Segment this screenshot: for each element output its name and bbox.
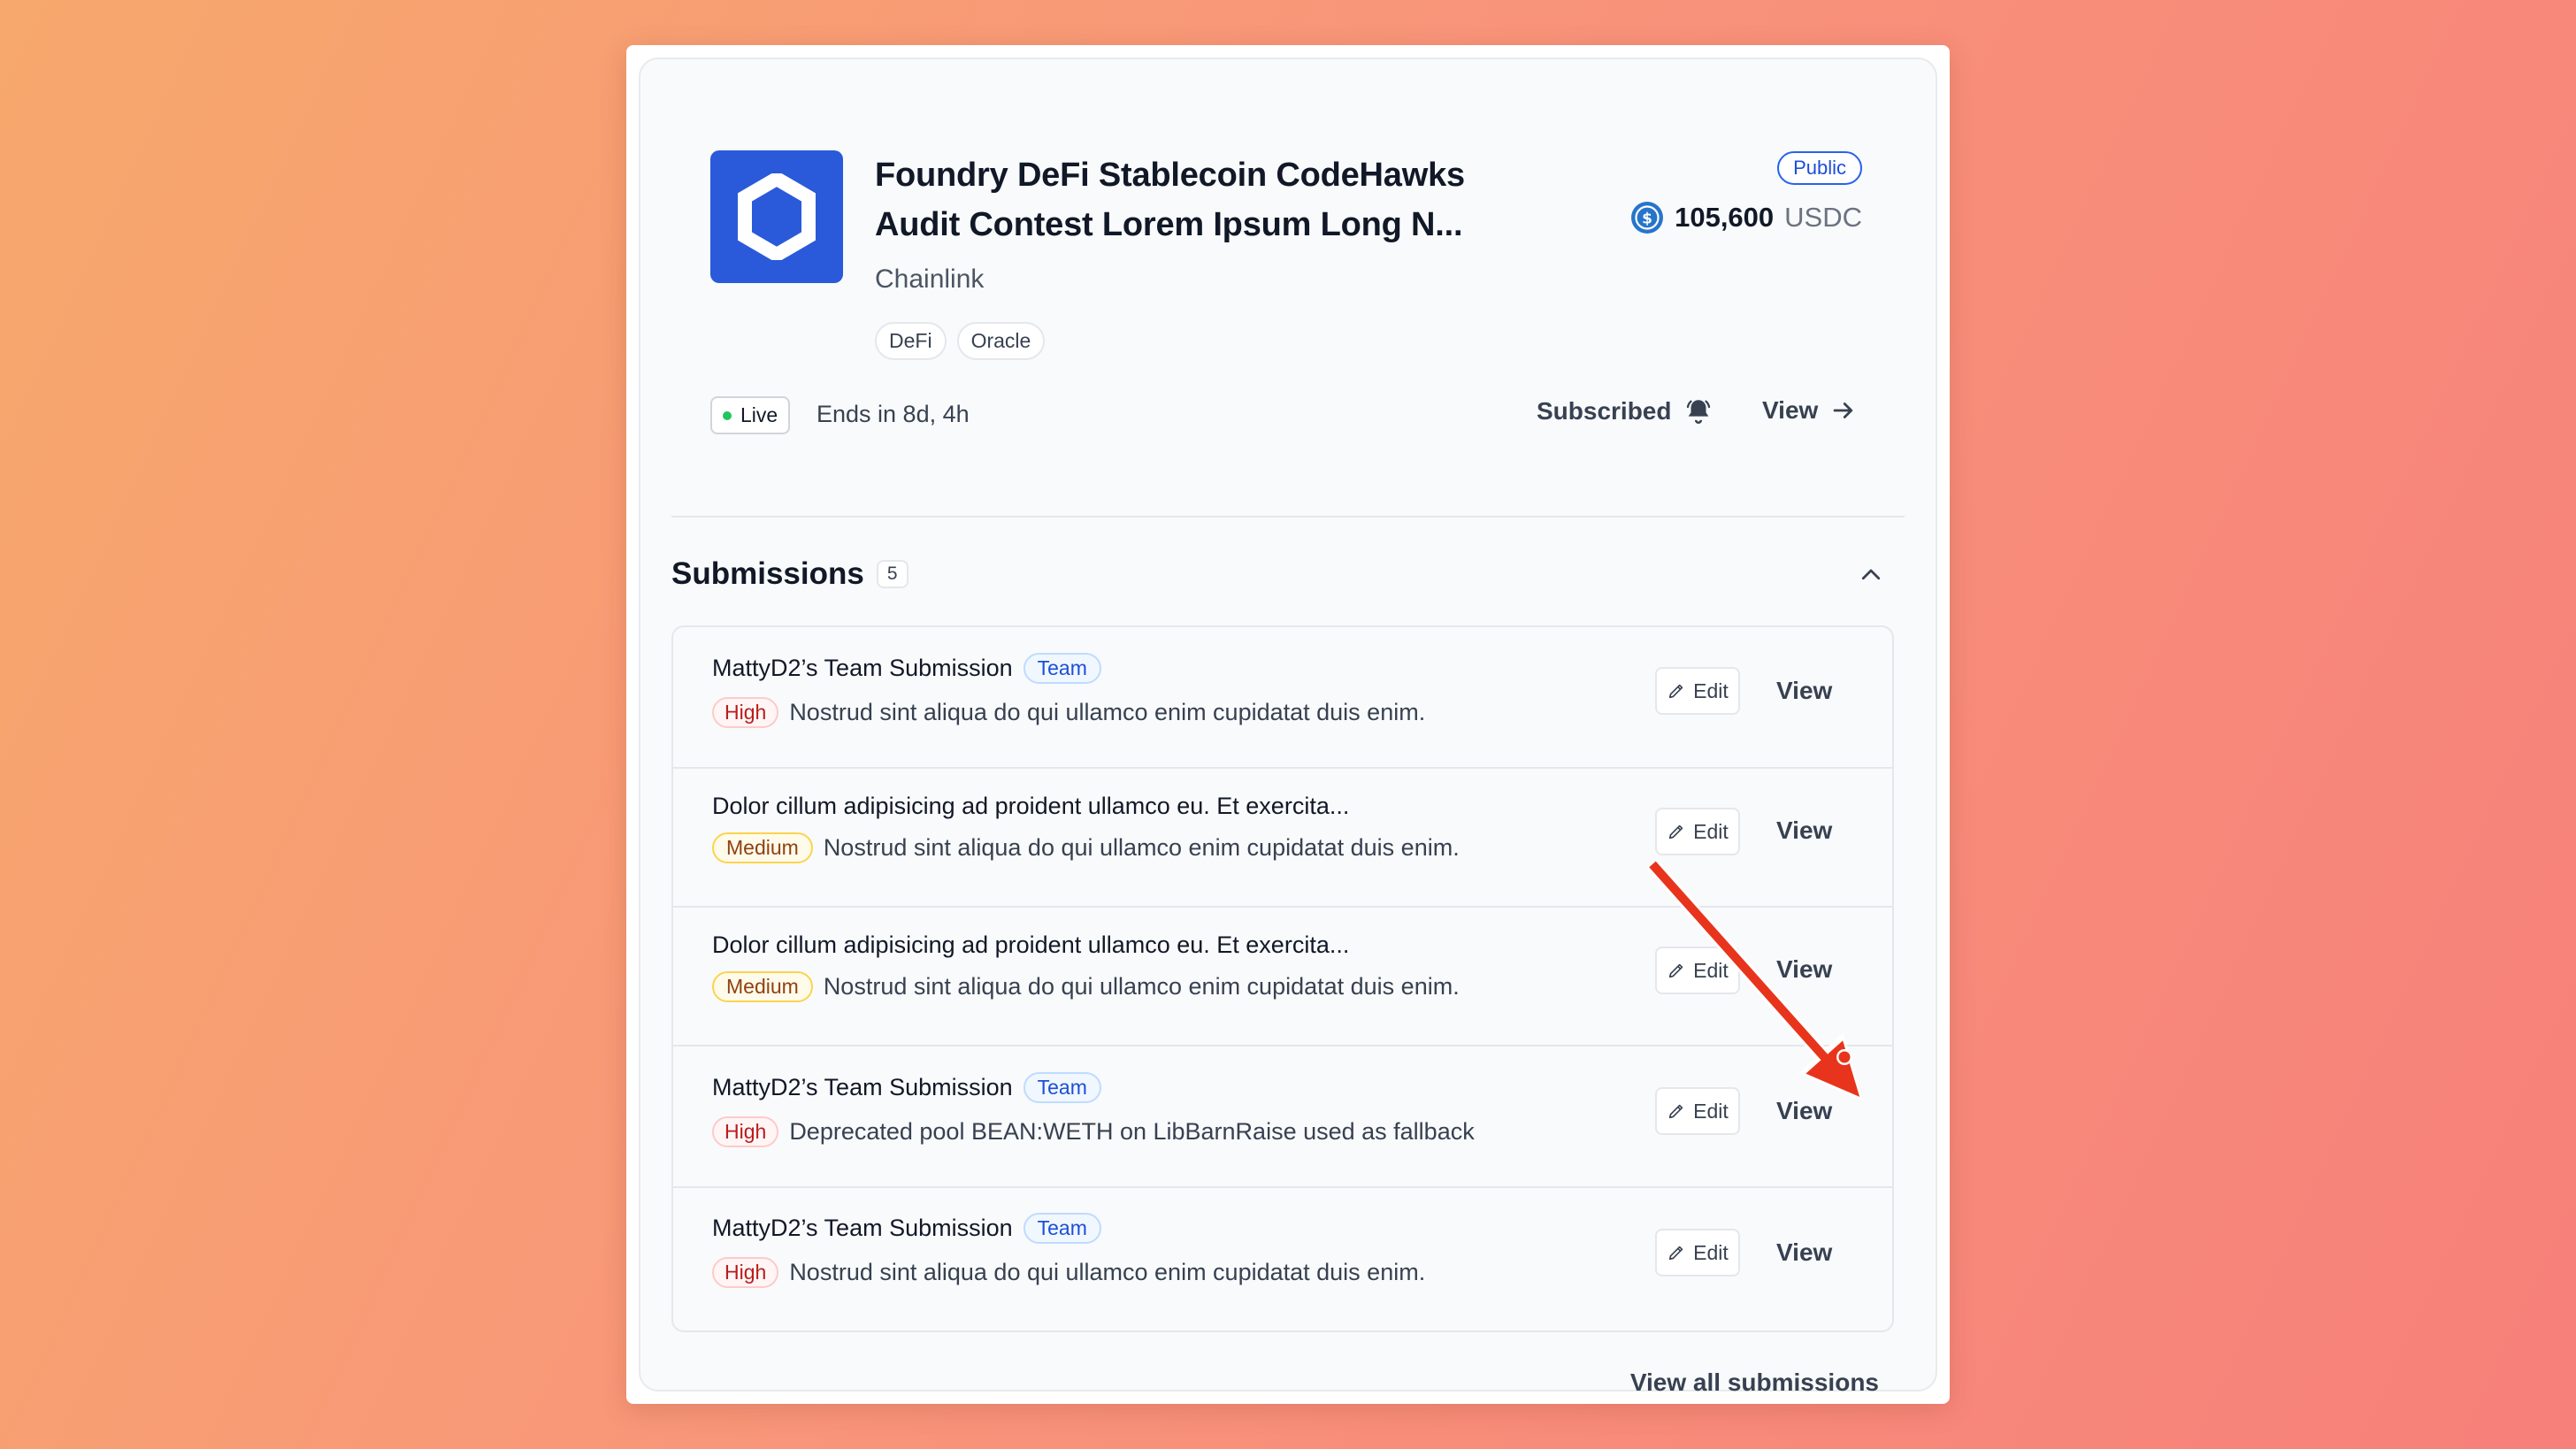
subscribed-button[interactable]: Subscribed	[1537, 396, 1714, 426]
team-badge: Team	[1023, 653, 1101, 684]
edit-button[interactable]: Edit	[1655, 1087, 1740, 1135]
team-badge: Team	[1023, 1213, 1101, 1244]
submission-row: Dolor cillum adipisicing ad proident ull…	[673, 767, 1892, 908]
submission-row: MattyD2’s Team Submission Team High Nost…	[673, 627, 1892, 767]
view-button[interactable]: View	[1776, 1238, 1832, 1267]
submission-title[interactable]: MattyD2’s Team Submission	[712, 1215, 1013, 1242]
arrow-right-icon	[1833, 402, 1853, 418]
edit-label: Edit	[1693, 678, 1729, 702]
prize-pool: $ 105,600 USDC	[1630, 201, 1862, 234]
section-divider	[671, 516, 1905, 518]
edit-label: Edit	[1693, 819, 1729, 843]
contest-view-label: View	[1762, 396, 1819, 424]
submission-description: Nostrud sint aliqua do qui ullamco enim …	[823, 973, 1460, 1000]
collapse-toggle[interactable]	[1858, 562, 1884, 593]
submission-title[interactable]: Dolor cillum adipisicing ad proident ull…	[712, 932, 1349, 959]
svg-text:$: $	[1642, 211, 1652, 228]
submissions-list: MattyD2’s Team Submission Team High Nost…	[671, 625, 1894, 1332]
edit-button[interactable]: Edit	[1655, 808, 1740, 855]
organization-name: Chainlink	[875, 264, 985, 294]
severity-badge: High	[712, 697, 779, 728]
edit-button[interactable]: Edit	[1655, 1229, 1740, 1276]
submission-row: MattyD2’s Team Submission Team High Nost…	[673, 1186, 1892, 1330]
status-label: Live	[740, 403, 778, 426]
ends-in-text: Ends in 8d, 4h	[816, 401, 970, 427]
submissions-count: 5	[876, 560, 908, 588]
submissions-title: Submissions	[671, 556, 864, 591]
view-button[interactable]: View	[1776, 816, 1832, 845]
contest-title[interactable]: Foundry DeFi Stablecoin CodeHawks Audit …	[875, 150, 1547, 249]
submission-row: MattyD2’s Team Submission Team High Depr…	[673, 1045, 1892, 1188]
submission-row: Dolor cillum adipisicing ad proident ull…	[673, 906, 1892, 1046]
team-badge: Team	[1023, 1072, 1101, 1103]
submission-title[interactable]: MattyD2’s Team Submission	[712, 1074, 1013, 1101]
visibility-badge: Public	[1777, 151, 1862, 185]
submission-title[interactable]: Dolor cillum adipisicing ad proident ull…	[712, 793, 1349, 820]
submissions-header: Submissions 5	[671, 556, 908, 592]
hexagon-icon	[738, 173, 816, 260]
edit-label: Edit	[1693, 958, 1729, 982]
contest-card: Foundry DeFi Stablecoin CodeHawks Audit …	[639, 58, 1937, 1396]
edit-button[interactable]: Edit	[1655, 667, 1740, 715]
severity-badge: High	[712, 1116, 779, 1147]
prize-currency: USDC	[1784, 202, 1862, 233]
edit-label: Edit	[1693, 1099, 1729, 1123]
live-dot-icon	[723, 410, 732, 420]
tag-oracle: Oracle	[956, 322, 1046, 360]
view-button[interactable]: View	[1776, 955, 1832, 984]
pencil-icon	[1669, 684, 1683, 699]
contest-view-button[interactable]: View	[1762, 396, 1857, 425]
chainlink-logo	[710, 150, 843, 283]
usdc-coin-icon: $	[1631, 202, 1664, 234]
submission-description: Nostrud sint aliqua do qui ullamco enim …	[823, 834, 1460, 861]
severity-badge: Medium	[712, 832, 813, 863]
edit-button[interactable]: Edit	[1655, 947, 1740, 994]
submission-description: Deprecated pool BEAN:WETH on LibBarnRais…	[789, 1118, 1475, 1145]
contest-card-frame: Foundry DeFi Stablecoin CodeHawks Audit …	[626, 45, 1950, 1404]
tag-defi: DeFi	[875, 322, 947, 360]
status-badge: Live	[710, 396, 791, 434]
view-button[interactable]: View	[1776, 1097, 1832, 1125]
pencil-icon	[1669, 824, 1683, 840]
tag-list: DeFi Oracle	[875, 322, 1046, 360]
subscribed-label: Subscribed	[1537, 397, 1672, 425]
view-button[interactable]: View	[1776, 677, 1832, 705]
pencil-icon	[1669, 1246, 1683, 1261]
submission-description: Nostrud sint aliqua do qui ullamco enim …	[789, 1259, 1426, 1285]
severity-badge: Medium	[712, 971, 813, 1002]
chevron-up-icon	[1861, 569, 1881, 580]
view-all-submissions-link[interactable]: View all submissions	[1630, 1368, 1879, 1397]
bell-ringing-icon	[1687, 400, 1711, 424]
prize-amount: 105,600	[1675, 202, 1775, 233]
submission-description: Nostrud sint aliqua do qui ullamco enim …	[789, 699, 1426, 725]
severity-badge: High	[712, 1257, 779, 1288]
pencil-icon	[1669, 1104, 1683, 1119]
pencil-icon	[1669, 963, 1683, 978]
edit-label: Edit	[1693, 1240, 1729, 1264]
submission-title[interactable]: MattyD2’s Team Submission	[712, 655, 1013, 682]
